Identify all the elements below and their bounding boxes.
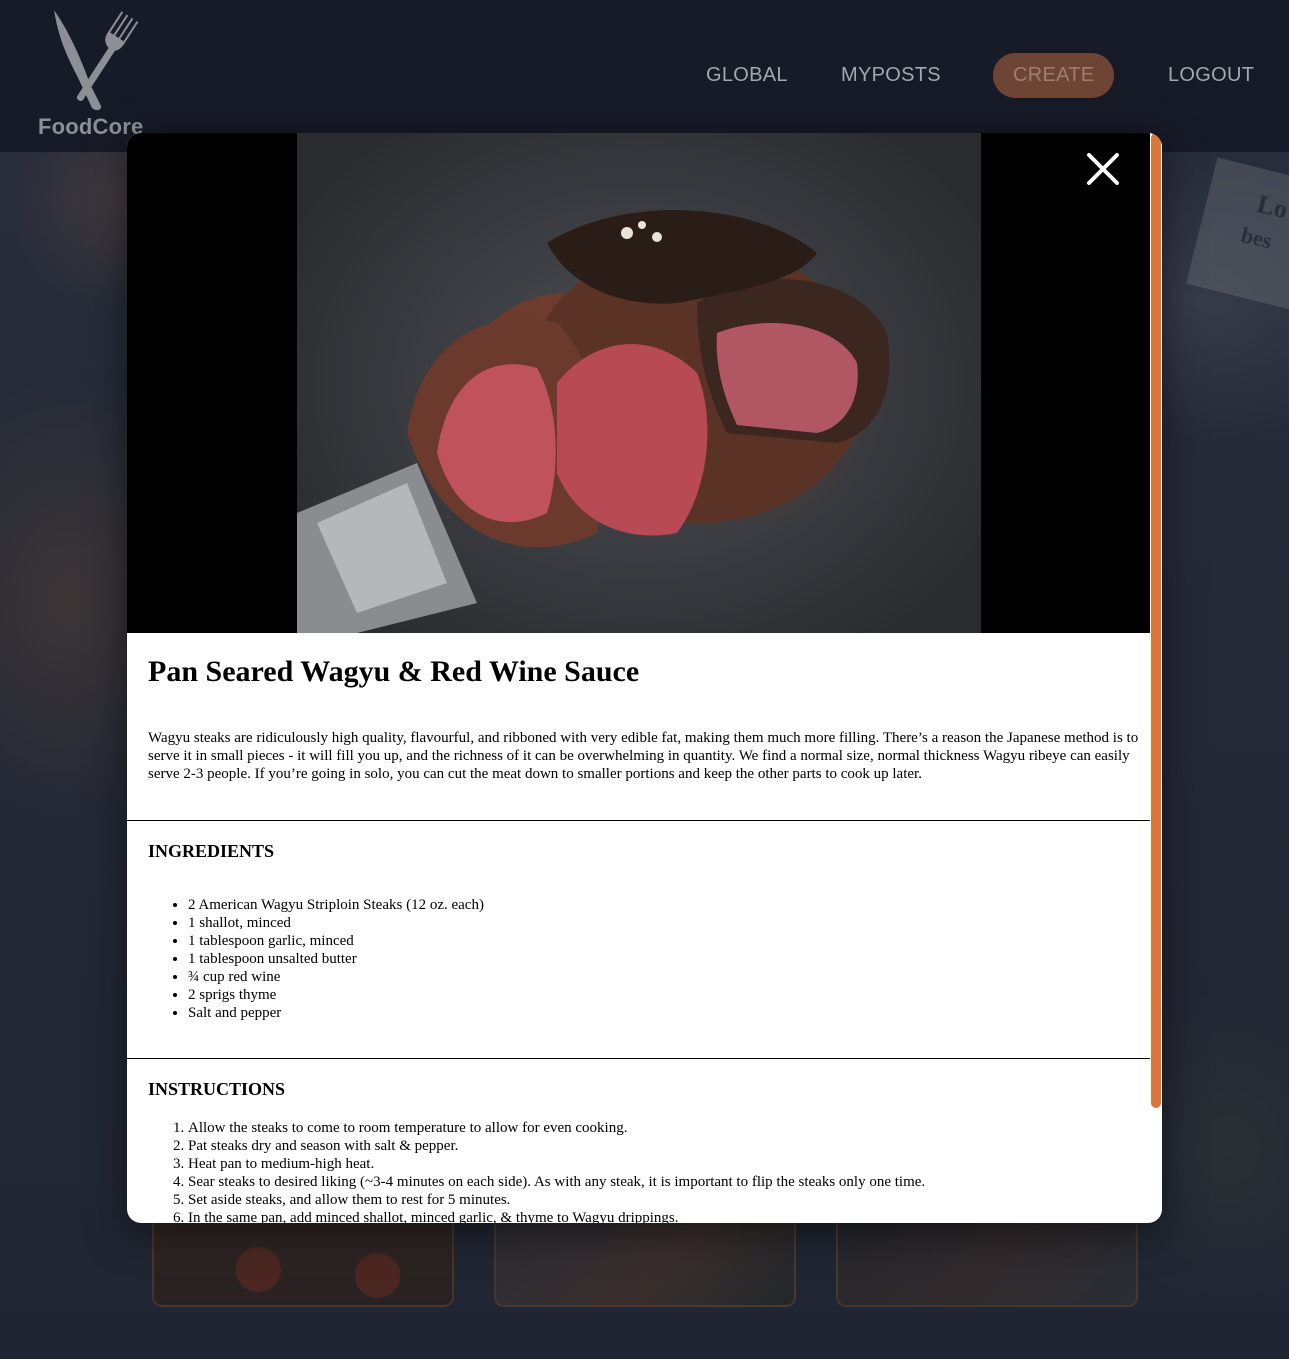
top-header: FoodCore GLOBAL MYPOSTS CREATE LOGOUT	[0, 0, 1289, 152]
ingredient-item: 1 shallot, minced	[188, 914, 484, 932]
ingredients-list: 2 American Wagyu Striploin Steaks (12 oz…	[188, 896, 484, 1022]
nav-logout[interactable]: LOGOUT	[1168, 64, 1254, 87]
nav-myposts[interactable]: MYPOSTS	[841, 64, 941, 87]
ingredient-item: 2 American Wagyu Striploin Steaks (12 oz…	[188, 896, 484, 914]
section-divider	[127, 820, 1150, 821]
instruction-step: Sear steaks to desired liking (~3-4 minu…	[188, 1173, 925, 1191]
instruction-step: Set aside steaks, and allow them to rest…	[188, 1191, 925, 1209]
recipe-description: Wagyu steaks are ridiculously high quali…	[148, 730, 1139, 782]
instruction-step: Heat pan to medium-high heat.	[188, 1155, 925, 1173]
instructions-heading: INSTRUCTIONS	[148, 1079, 286, 1099]
ingredient-item: Salt and pepper	[188, 1004, 484, 1022]
recipe-photo	[297, 133, 981, 633]
close-icon[interactable]	[1085, 151, 1121, 187]
recipe-title: Pan Seared Wagyu & Red Wine Sauce	[148, 655, 640, 688]
ingredient-item: ¾ cup red wine	[188, 968, 484, 986]
recipe-modal: Pan Seared Wagyu & Red Wine Sauce Wagyu …	[127, 133, 1162, 1223]
steak-illustration	[297, 210, 890, 633]
ingredient-item: 2 sprigs thyme	[188, 986, 484, 1004]
recipe-image-frame	[127, 133, 1150, 633]
ingredients-heading: INGREDIENTS	[148, 841, 275, 861]
modal-scrollbar[interactable]	[1150, 133, 1162, 1223]
scrollbar-thumb[interactable]	[1151, 133, 1161, 1108]
instruction-step: Pat steaks dry and season with salt & pe…	[188, 1137, 925, 1155]
nav-create-button[interactable]: CREATE	[993, 53, 1115, 98]
ingredient-item: 1 tablespoon unsalted butter	[188, 950, 484, 968]
instruction-step: In the same pan, add minced shallot, min…	[188, 1209, 925, 1223]
ingredient-item: 1 tablespoon garlic, minced	[188, 932, 484, 950]
instructions-list: Allow the steaks to come to room tempera…	[188, 1119, 925, 1223]
nav-global[interactable]: GLOBAL	[706, 64, 788, 87]
logo[interactable]: FoodCore	[38, 8, 158, 139]
fork-knife-icon	[54, 10, 139, 111]
instruction-step: Allow the steaks to come to room tempera…	[188, 1119, 925, 1137]
section-divider	[127, 1058, 1150, 1059]
